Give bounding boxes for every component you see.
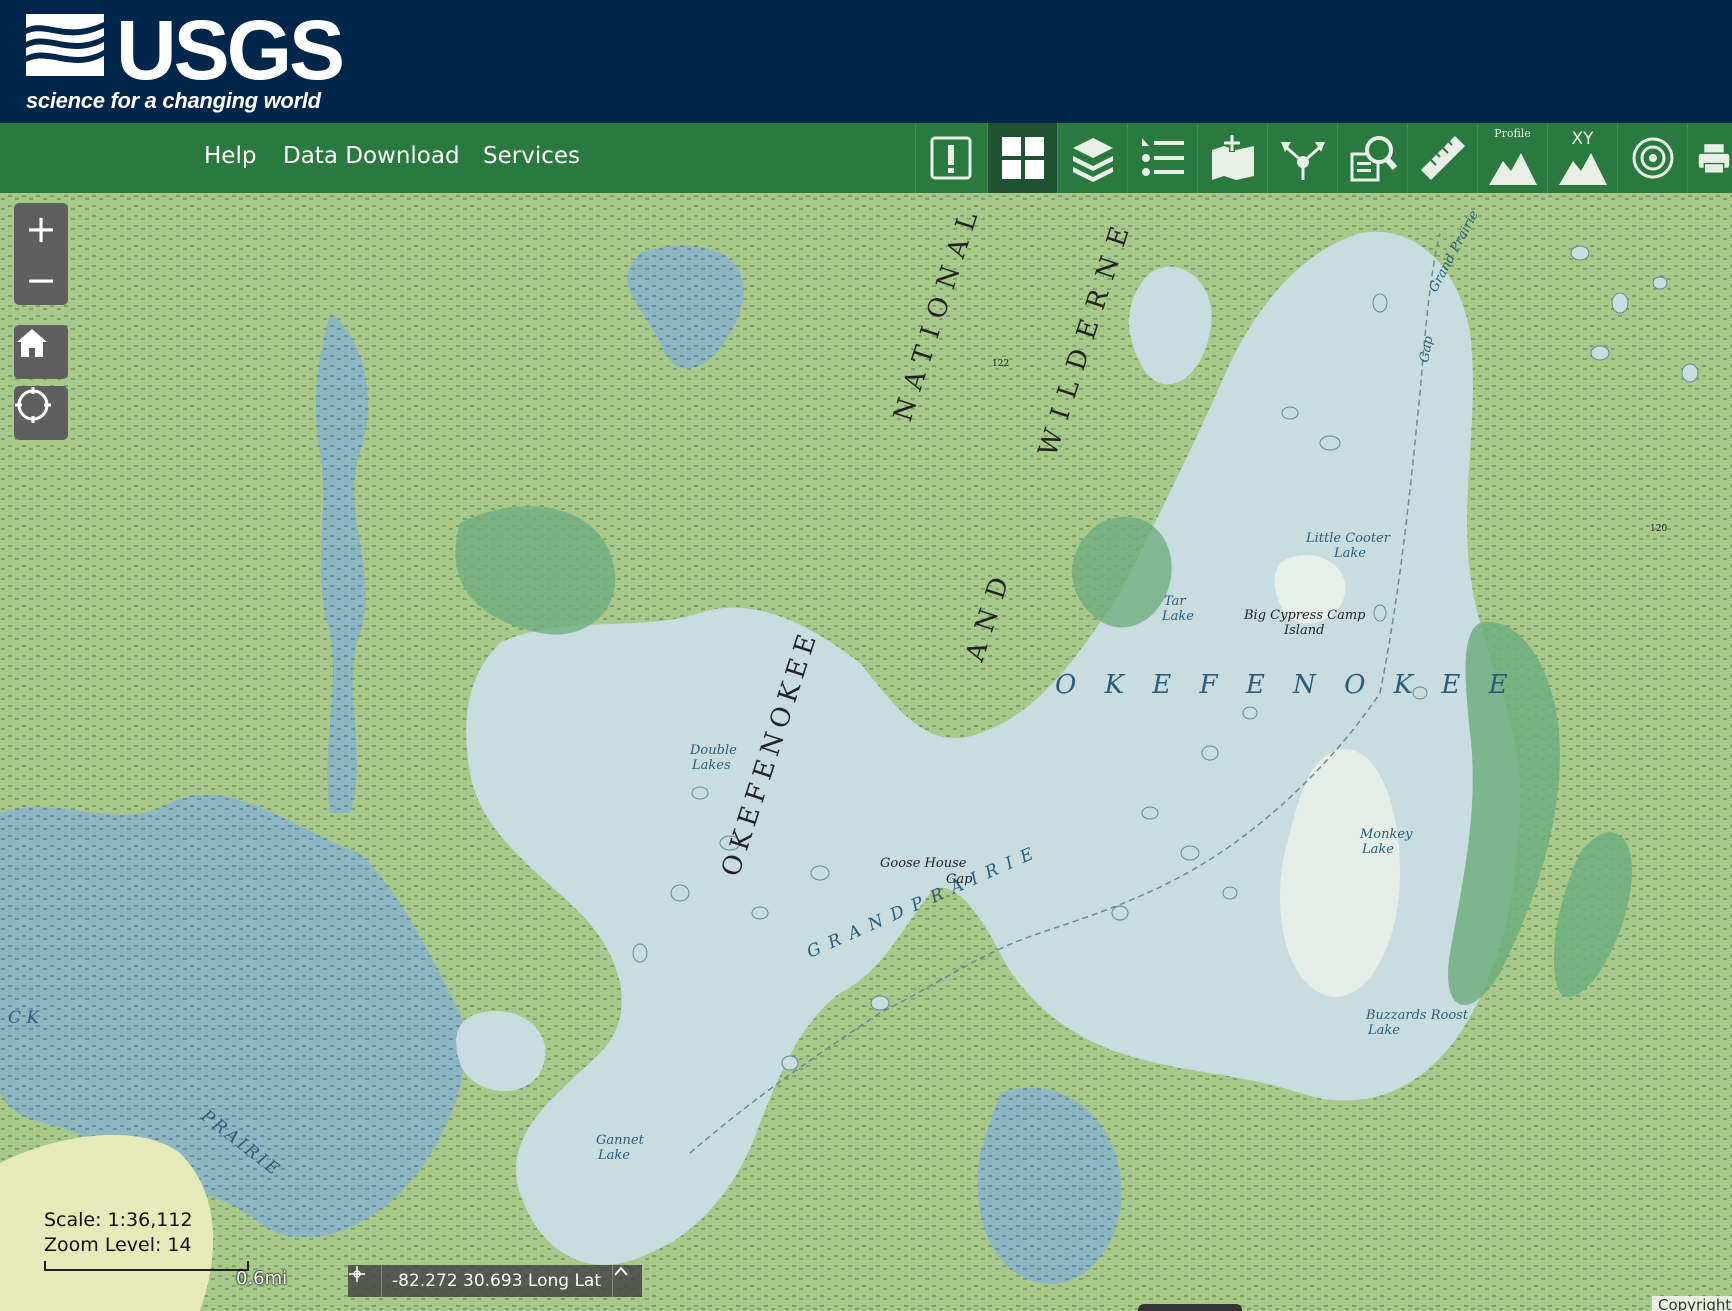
copyright-text: Copyright bbox=[1652, 1296, 1732, 1311]
nav-help-link[interactable]: Help bbox=[204, 143, 256, 169]
locate-button[interactable] bbox=[14, 386, 68, 440]
share-icon bbox=[1280, 142, 1325, 180]
measure-tool[interactable] bbox=[1407, 123, 1477, 193]
logo-wordmark: USGS bbox=[116, 3, 345, 97]
nav-data-download-link[interactable]: Data Download bbox=[283, 143, 460, 169]
scale-text: Scale: 1:36,112 bbox=[44, 1209, 193, 1231]
coordinate-text: -82.272 30.693 Long Lat bbox=[392, 1271, 602, 1291]
coordinate-display: -82.272 30.693 Long Lat bbox=[348, 1265, 642, 1297]
list-icon bbox=[1141, 138, 1184, 176]
crosshair-icon bbox=[15, 387, 51, 423]
share-tool[interactable] bbox=[1267, 123, 1337, 193]
big-cypress-label-2: Island bbox=[1283, 623, 1324, 638]
double-lakes-label-2: Lakes bbox=[691, 758, 731, 773]
print-tool[interactable] bbox=[1687, 123, 1732, 193]
gannet-lake-label-1: Gannet bbox=[596, 1133, 645, 1148]
little-cooter-label-2: Lake bbox=[1333, 546, 1366, 561]
tar-lake-label-1: Tar bbox=[1164, 594, 1186, 609]
xy-label: XY bbox=[1571, 129, 1594, 149]
usgs-logo[interactable]: USGS science for a changing world bbox=[26, 8, 346, 114]
mountain-icon bbox=[1488, 153, 1537, 185]
okefenokee-horizontal-label: O K E F E N O K E E bbox=[1055, 670, 1518, 700]
ck-label: C K bbox=[8, 1008, 40, 1028]
query-tool[interactable] bbox=[1337, 123, 1407, 193]
zoom-out-button[interactable]: − bbox=[14, 254, 68, 305]
target-icon bbox=[1632, 137, 1673, 179]
layers-icon bbox=[1072, 138, 1113, 182]
double-lakes-label-1: Double bbox=[689, 743, 737, 758]
spot-elevation-tool[interactable] bbox=[1617, 123, 1687, 193]
profile-tool[interactable]: Profile bbox=[1477, 123, 1547, 193]
little-cooter-label-1: Little Cooter bbox=[1305, 531, 1391, 546]
zoom-level-text: Zoom Level: 14 bbox=[44, 1234, 192, 1256]
chevron-up-icon[interactable] bbox=[612, 1265, 642, 1297]
zoom-in-button[interactable]: + bbox=[14, 203, 68, 254]
ruler-icon bbox=[1420, 136, 1465, 180]
bottom-panel-handle[interactable] bbox=[1138, 1304, 1242, 1311]
zoom-controls: + − bbox=[14, 203, 68, 305]
monkey-lake-label-2: Lake bbox=[1361, 842, 1394, 857]
scale-info: Scale: 1:36,112 Zoom Level: 14 bbox=[44, 1208, 193, 1258]
scale-bar bbox=[44, 1261, 249, 1271]
layers-tool[interactable] bbox=[1057, 123, 1127, 193]
xy-tool[interactable]: XY bbox=[1547, 123, 1617, 193]
basemap-gallery-tool[interactable] bbox=[987, 123, 1057, 193]
nav-services-link[interactable]: Services bbox=[483, 143, 580, 169]
big-cypress-label-1: Big Cypress Camp bbox=[1243, 608, 1366, 623]
site-header: USGS science for a changing world bbox=[0, 0, 1732, 123]
legend-tool[interactable] bbox=[1127, 123, 1197, 193]
map-add-icon bbox=[1211, 134, 1254, 180]
crosshair-icon[interactable] bbox=[348, 1265, 382, 1297]
home-button[interactable] bbox=[14, 325, 68, 379]
tar-lake-label-2: Lake bbox=[1161, 609, 1194, 624]
home-icon bbox=[17, 329, 47, 357]
search-document-icon bbox=[1350, 136, 1397, 182]
alert-tool[interactable] bbox=[915, 123, 985, 193]
buzzards-roost-label-2: Lake bbox=[1367, 1023, 1400, 1038]
printer-icon bbox=[1698, 144, 1730, 174]
exclamation-icon bbox=[930, 136, 971, 180]
scale-bar-label: 0.6mi bbox=[236, 1268, 288, 1289]
gannet-lake-label-2: Lake bbox=[597, 1148, 630, 1163]
goose-house-gap-label-1: Goose House bbox=[880, 856, 967, 871]
elevation-120-label: 120 bbox=[1650, 524, 1667, 534]
add-data-tool[interactable] bbox=[1197, 123, 1267, 193]
main-toolbar: Help Data Download Services Profile XY bbox=[0, 123, 1732, 193]
topo-basemap[interactable]: OKEFENOKEE NATIONAL AND WILDERNE O K E F… bbox=[0, 193, 1732, 1311]
usgs-wave-icon bbox=[26, 14, 104, 76]
monkey-lake-label-1: Monkey bbox=[1359, 827, 1413, 842]
elevation-122-label: 122 bbox=[992, 359, 1009, 369]
map-view[interactable]: OKEFENOKEE NATIONAL AND WILDERNE O K E F… bbox=[0, 193, 1732, 1311]
profile-label: Profile bbox=[1494, 127, 1531, 140]
grid-icon bbox=[1001, 137, 1044, 179]
logo-tagline: science for a changing world bbox=[26, 88, 321, 113]
goose-house-gap-label-2: Gap bbox=[946, 872, 973, 887]
buzzards-roost-label-1: Buzzards Roost bbox=[1365, 1008, 1469, 1023]
